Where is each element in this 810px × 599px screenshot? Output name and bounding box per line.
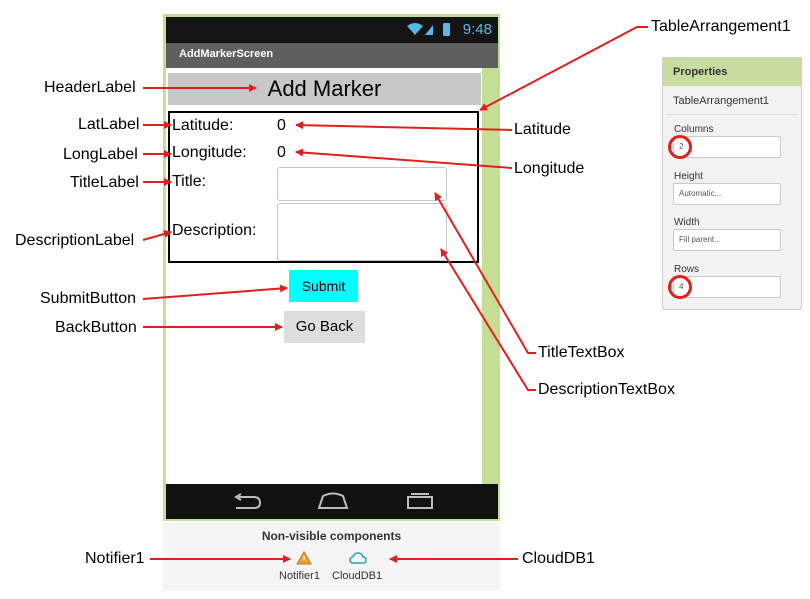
arrow-longitude bbox=[295, 148, 513, 169]
annotation-arrows bbox=[142, 26, 648, 563]
arrow-description-textbox bbox=[440, 248, 536, 391]
arrow-description-label bbox=[142, 230, 172, 241]
arrow-table-arrangement bbox=[479, 26, 648, 111]
arrow-title-textbox bbox=[434, 192, 536, 354]
arrow-submit-button bbox=[142, 284, 288, 300]
arrow-latitude bbox=[295, 121, 513, 131]
